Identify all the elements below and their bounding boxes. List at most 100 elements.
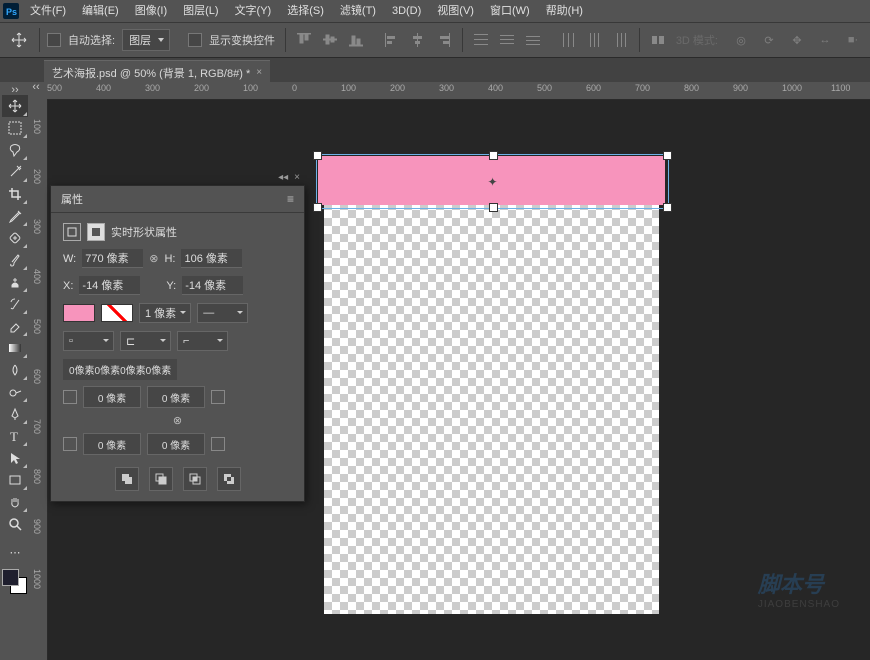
toolbar-collapse-handle[interactable]: ‹‹ bbox=[30, 82, 42, 92]
orbit-3d-icon[interactable]: ◎ bbox=[730, 29, 752, 51]
dodge-tool[interactable] bbox=[2, 381, 28, 403]
eraser-tool[interactable] bbox=[2, 315, 28, 337]
blur-tool[interactable] bbox=[2, 359, 28, 381]
document-tab[interactable]: 艺术海报.psd @ 50% (背景 1, RGB/8#) * × bbox=[44, 60, 270, 84]
ruler-tick: 1000 bbox=[782, 83, 802, 93]
transform-bounding-box[interactable]: ✦ bbox=[316, 154, 669, 209]
distribute-vcenter-icon[interactable] bbox=[496, 29, 518, 51]
handle-tl[interactable] bbox=[313, 151, 322, 160]
menu-file[interactable]: 文件(F) bbox=[22, 0, 74, 22]
pathop-subtract-icon[interactable] bbox=[149, 467, 173, 491]
path-select-tool[interactable] bbox=[2, 447, 28, 469]
menu-help[interactable]: 帮助(H) bbox=[538, 0, 591, 22]
menu-view[interactable]: 视图(V) bbox=[429, 0, 482, 22]
svg-text:T: T bbox=[10, 429, 18, 443]
marquee-tool[interactable] bbox=[2, 117, 28, 139]
ruler-tick: 400 bbox=[32, 269, 42, 284]
move-tool[interactable] bbox=[2, 95, 28, 117]
hand-tool[interactable] bbox=[2, 491, 28, 513]
pathop-exclude-icon[interactable] bbox=[217, 467, 241, 491]
auto-select-checkbox[interactable] bbox=[47, 33, 61, 47]
panel-menu-icon[interactable]: ≡ bbox=[287, 192, 294, 206]
transform-center-icon: ✦ bbox=[487, 176, 499, 188]
handle-br[interactable] bbox=[663, 203, 672, 212]
stroke-caps-select[interactable]: ⊏ bbox=[120, 331, 171, 351]
width-label: W: bbox=[63, 253, 76, 265]
align-top-icon[interactable] bbox=[293, 29, 315, 51]
fill-swatch[interactable] bbox=[63, 304, 95, 322]
auto-align-icon[interactable] bbox=[647, 29, 669, 51]
crop-tool[interactable] bbox=[2, 183, 28, 205]
link-wh-icon[interactable]: ⊗ bbox=[149, 252, 158, 265]
distribute-top-icon[interactable] bbox=[470, 29, 492, 51]
handle-tr[interactable] bbox=[663, 151, 672, 160]
distribute-bottom-icon[interactable] bbox=[522, 29, 544, 51]
stroke-align-select[interactable]: ▫ bbox=[63, 331, 114, 351]
align-hcenter-icon[interactable] bbox=[407, 29, 429, 51]
close-tab-icon[interactable]: × bbox=[256, 67, 262, 78]
pen-tool[interactable] bbox=[2, 403, 28, 425]
pathop-intersect-icon[interactable] bbox=[183, 467, 207, 491]
ruler-tick: 400 bbox=[488, 83, 503, 93]
pathop-unite-icon[interactable] bbox=[115, 467, 139, 491]
corner-bl-icon bbox=[63, 437, 77, 451]
menu-select[interactable]: 选择(S) bbox=[279, 0, 332, 22]
healing-tool[interactable] bbox=[2, 227, 28, 249]
align-vcenter-icon[interactable] bbox=[319, 29, 341, 51]
brush-tool[interactable] bbox=[2, 249, 28, 271]
y-input[interactable] bbox=[182, 276, 243, 295]
x-input[interactable] bbox=[79, 276, 140, 295]
slide-3d-icon[interactable]: ↔ bbox=[814, 29, 836, 51]
auto-select-target[interactable]: 图层 bbox=[122, 29, 170, 51]
move-tool-icon[interactable] bbox=[6, 27, 32, 53]
stroke-corners-select[interactable]: ⌐ bbox=[177, 331, 228, 351]
radius-tl-input[interactable] bbox=[83, 386, 141, 408]
eyedropper-tool[interactable] bbox=[2, 205, 28, 227]
menu-3d[interactable]: 3D(D) bbox=[384, 0, 429, 22]
align-bottom-icon[interactable] bbox=[345, 29, 367, 51]
menu-edit[interactable]: 编辑(E) bbox=[74, 0, 127, 22]
zoom-tool[interactable] bbox=[2, 513, 28, 535]
handle-tc[interactable] bbox=[489, 151, 498, 160]
zoom-3d-icon[interactable]: ■· bbox=[842, 29, 864, 51]
rectangle-tool[interactable] bbox=[2, 469, 28, 491]
radius-bl-input[interactable] bbox=[83, 433, 141, 455]
menu-window[interactable]: 窗口(W) bbox=[482, 0, 538, 22]
magic-wand-tool[interactable] bbox=[2, 161, 28, 183]
radius-br-input[interactable] bbox=[147, 433, 205, 455]
radius-tr-input[interactable] bbox=[147, 386, 205, 408]
width-input[interactable] bbox=[82, 249, 143, 268]
height-input[interactable] bbox=[181, 249, 242, 268]
ruler-tick: 200 bbox=[194, 83, 209, 93]
edit-toolbar-icon[interactable]: ⋯ bbox=[2, 541, 28, 563]
toolbar-expand-icon[interactable]: ›› bbox=[8, 84, 22, 92]
roll-3d-icon[interactable]: ⟳ bbox=[758, 29, 780, 51]
stroke-style-select[interactable]: — bbox=[197, 303, 248, 323]
history-brush-tool[interactable] bbox=[2, 293, 28, 315]
panel-collapse-icon[interactable]: ◂◂ bbox=[278, 172, 288, 183]
gradient-tool[interactable] bbox=[2, 337, 28, 359]
align-right-icon[interactable] bbox=[433, 29, 455, 51]
panel-tab[interactable]: 属性 ≡ bbox=[51, 186, 304, 213]
clone-stamp-tool[interactable] bbox=[2, 271, 28, 293]
menu-type[interactable]: 文字(Y) bbox=[227, 0, 280, 22]
foreground-color-swatch[interactable] bbox=[2, 569, 19, 586]
distribute-right-icon[interactable] bbox=[610, 29, 632, 51]
distribute-left-icon[interactable] bbox=[558, 29, 580, 51]
panel-close-icon[interactable]: × bbox=[294, 172, 300, 183]
align-left-icon[interactable] bbox=[381, 29, 403, 51]
stroke-width-input[interactable]: 1 像素 bbox=[139, 303, 191, 323]
color-swatches[interactable] bbox=[2, 569, 28, 595]
handle-bc[interactable] bbox=[489, 203, 498, 212]
menu-image[interactable]: 图像(I) bbox=[127, 0, 175, 22]
lasso-tool[interactable] bbox=[2, 139, 28, 161]
distribute-hcenter-icon[interactable] bbox=[584, 29, 606, 51]
stroke-swatch[interactable] bbox=[101, 304, 133, 322]
show-controls-checkbox[interactable] bbox=[188, 33, 202, 47]
menu-filter[interactable]: 滤镜(T) bbox=[332, 0, 384, 22]
link-radius-icon[interactable]: ⊗ bbox=[173, 414, 182, 427]
type-tool[interactable]: T bbox=[2, 425, 28, 447]
menu-layer[interactable]: 图层(L) bbox=[175, 0, 226, 22]
handle-bl[interactable] bbox=[313, 203, 322, 212]
pan-3d-icon[interactable]: ✥ bbox=[786, 29, 808, 51]
